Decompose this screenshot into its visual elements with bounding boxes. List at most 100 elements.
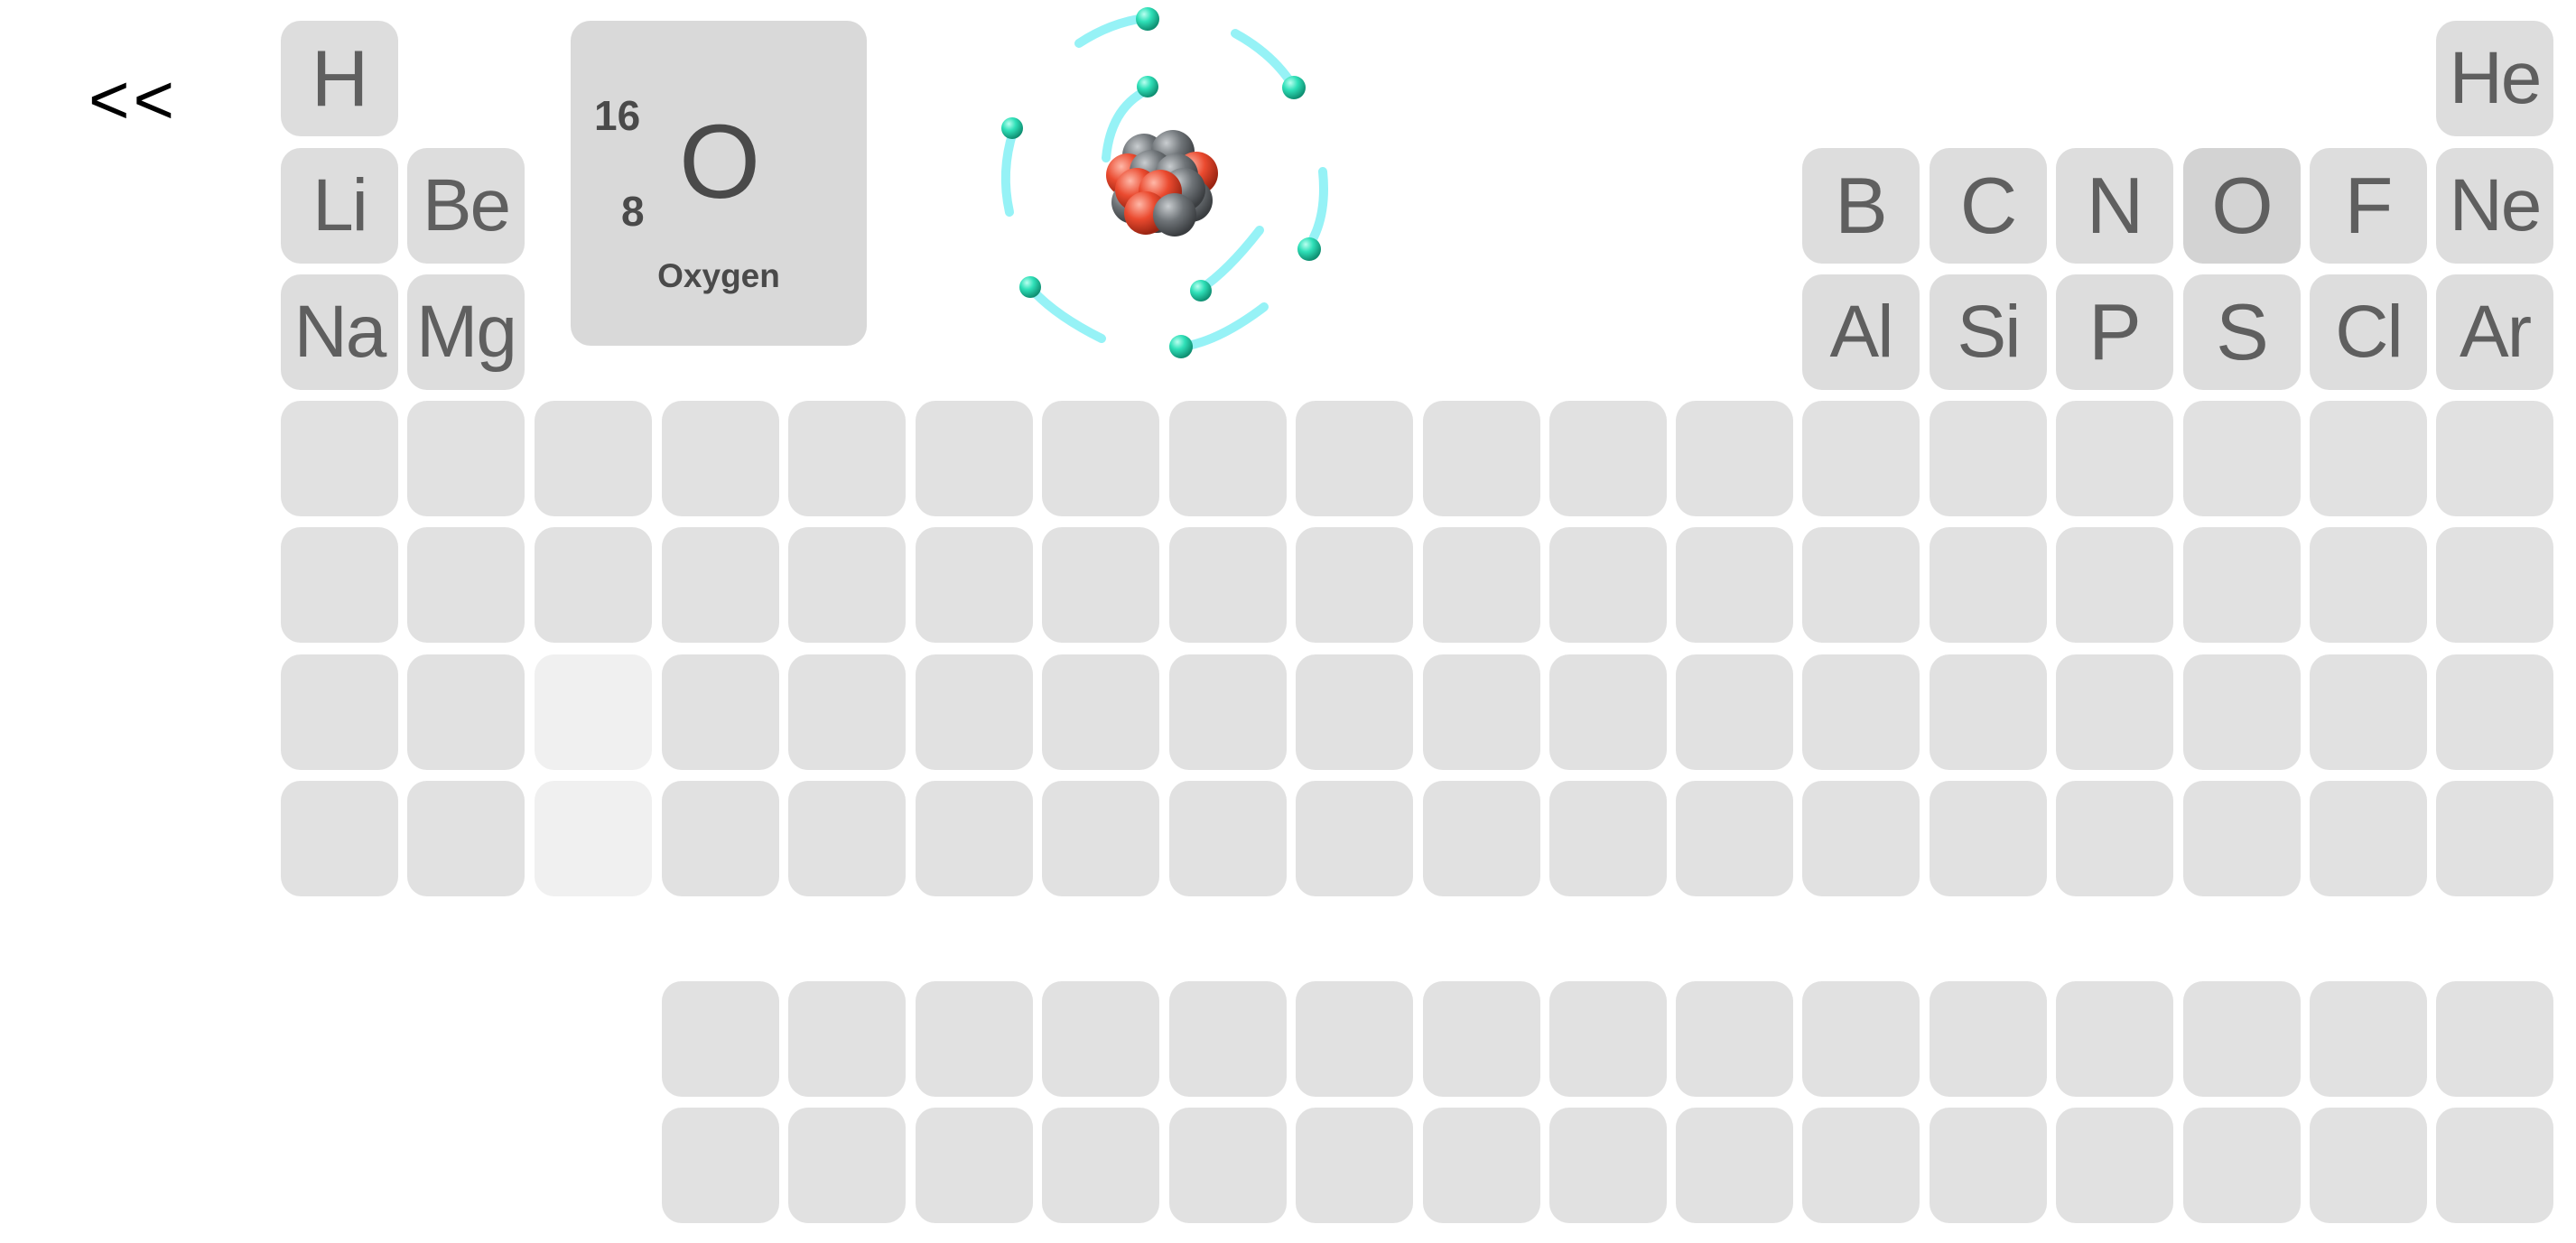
empty-f-block-cell[interactable] bbox=[1296, 1108, 1413, 1223]
element-cell-ar[interactable]: Ar bbox=[2436, 274, 2553, 390]
empty-element-cell[interactable] bbox=[407, 527, 525, 643]
empty-f-block-cell[interactable] bbox=[2436, 1108, 2553, 1223]
empty-element-cell[interactable] bbox=[1549, 401, 1667, 516]
empty-f-block-cell[interactable] bbox=[1296, 981, 1413, 1097]
element-cell-al[interactable]: Al bbox=[1802, 274, 1920, 390]
element-cell-ne[interactable]: Ne bbox=[2436, 148, 2553, 264]
empty-f-block-cell[interactable] bbox=[1423, 1108, 1540, 1223]
empty-element-cell[interactable] bbox=[2436, 527, 2553, 643]
empty-element-cell[interactable] bbox=[788, 781, 906, 896]
empty-element-cell[interactable] bbox=[2183, 527, 2301, 643]
element-cell-n[interactable]: N bbox=[2056, 148, 2173, 264]
empty-f-block-cell[interactable] bbox=[662, 981, 779, 1097]
empty-element-cell[interactable] bbox=[1042, 654, 1159, 770]
empty-f-block-cell[interactable] bbox=[1549, 981, 1667, 1097]
empty-f-block-cell[interactable] bbox=[1930, 1108, 2047, 1223]
empty-element-cell[interactable] bbox=[535, 781, 652, 896]
element-cell-li[interactable]: Li bbox=[281, 148, 398, 264]
empty-element-cell[interactable] bbox=[2183, 401, 2301, 516]
empty-element-cell[interactable] bbox=[2056, 527, 2173, 643]
empty-element-cell[interactable] bbox=[1423, 527, 1540, 643]
empty-element-cell[interactable] bbox=[2436, 781, 2553, 896]
empty-f-block-cell[interactable] bbox=[2056, 981, 2173, 1097]
empty-element-cell[interactable] bbox=[2056, 401, 2173, 516]
empty-element-cell[interactable] bbox=[1423, 654, 1540, 770]
empty-element-cell[interactable] bbox=[1802, 654, 1920, 770]
empty-f-block-cell[interactable] bbox=[2310, 981, 2427, 1097]
empty-f-block-cell[interactable] bbox=[1169, 981, 1287, 1097]
empty-f-block-cell[interactable] bbox=[2183, 981, 2301, 1097]
empty-element-cell[interactable] bbox=[1423, 781, 1540, 896]
empty-element-cell[interactable] bbox=[281, 654, 398, 770]
empty-element-cell[interactable] bbox=[1676, 401, 1793, 516]
empty-f-block-cell[interactable] bbox=[1423, 981, 1540, 1097]
element-cell-h[interactable]: H bbox=[281, 21, 398, 136]
empty-element-cell[interactable] bbox=[1042, 401, 1159, 516]
element-cell-be[interactable]: Be bbox=[407, 148, 525, 264]
empty-f-block-cell[interactable] bbox=[1169, 1108, 1287, 1223]
empty-element-cell[interactable] bbox=[2310, 401, 2427, 516]
empty-element-cell[interactable] bbox=[1930, 781, 2047, 896]
empty-element-cell[interactable] bbox=[1676, 527, 1793, 643]
empty-element-cell[interactable] bbox=[2436, 401, 2553, 516]
empty-f-block-cell[interactable] bbox=[662, 1108, 779, 1223]
empty-element-cell[interactable] bbox=[1549, 654, 1667, 770]
empty-element-cell[interactable] bbox=[535, 654, 652, 770]
element-cell-o[interactable]: O bbox=[2183, 148, 2301, 264]
empty-element-cell[interactable] bbox=[2310, 654, 2427, 770]
empty-element-cell[interactable] bbox=[916, 781, 1033, 896]
back-button[interactable]: << bbox=[88, 54, 197, 144]
empty-element-cell[interactable] bbox=[281, 527, 398, 643]
empty-element-cell[interactable] bbox=[2056, 654, 2173, 770]
element-cell-f[interactable]: F bbox=[2310, 148, 2427, 264]
empty-element-cell[interactable] bbox=[1930, 527, 2047, 643]
empty-element-cell[interactable] bbox=[1169, 401, 1287, 516]
empty-f-block-cell[interactable] bbox=[916, 1108, 1033, 1223]
empty-element-cell[interactable] bbox=[535, 401, 652, 516]
empty-element-cell[interactable] bbox=[407, 781, 525, 896]
empty-element-cell[interactable] bbox=[535, 527, 652, 643]
element-cell-na[interactable]: Na bbox=[281, 274, 398, 390]
empty-element-cell[interactable] bbox=[1296, 401, 1413, 516]
empty-element-cell[interactable] bbox=[1676, 654, 1793, 770]
empty-element-cell[interactable] bbox=[916, 527, 1033, 643]
empty-element-cell[interactable] bbox=[2183, 654, 2301, 770]
empty-element-cell[interactable] bbox=[407, 654, 525, 770]
empty-element-cell[interactable] bbox=[916, 654, 1033, 770]
empty-element-cell[interactable] bbox=[407, 401, 525, 516]
empty-element-cell[interactable] bbox=[1296, 654, 1413, 770]
element-cell-p[interactable]: P bbox=[2056, 274, 2173, 390]
empty-f-block-cell[interactable] bbox=[788, 1108, 906, 1223]
empty-f-block-cell[interactable] bbox=[1042, 1108, 1159, 1223]
empty-element-cell[interactable] bbox=[1802, 781, 1920, 896]
empty-element-cell[interactable] bbox=[1423, 401, 1540, 516]
empty-f-block-cell[interactable] bbox=[1802, 1108, 1920, 1223]
empty-f-block-cell[interactable] bbox=[1676, 981, 1793, 1097]
empty-f-block-cell[interactable] bbox=[1676, 1108, 1793, 1223]
element-cell-b[interactable]: B bbox=[1802, 148, 1920, 264]
empty-f-block-cell[interactable] bbox=[2310, 1108, 2427, 1223]
element-cell-cl[interactable]: Cl bbox=[2310, 274, 2427, 390]
empty-element-cell[interactable] bbox=[281, 401, 398, 516]
empty-f-block-cell[interactable] bbox=[2056, 1108, 2173, 1223]
empty-element-cell[interactable] bbox=[2056, 781, 2173, 896]
empty-element-cell[interactable] bbox=[1169, 781, 1287, 896]
empty-element-cell[interactable] bbox=[1802, 527, 1920, 643]
empty-f-block-cell[interactable] bbox=[788, 981, 906, 1097]
empty-element-cell[interactable] bbox=[1930, 654, 2047, 770]
empty-element-cell[interactable] bbox=[2310, 781, 2427, 896]
element-cell-c[interactable]: C bbox=[1930, 148, 2047, 264]
empty-element-cell[interactable] bbox=[2310, 527, 2427, 643]
empty-element-cell[interactable] bbox=[662, 527, 779, 643]
empty-element-cell[interactable] bbox=[1930, 401, 2047, 516]
empty-f-block-cell[interactable] bbox=[1802, 981, 1920, 1097]
empty-f-block-cell[interactable] bbox=[916, 981, 1033, 1097]
element-cell-mg[interactable]: Mg bbox=[407, 274, 525, 390]
empty-f-block-cell[interactable] bbox=[1042, 981, 1159, 1097]
empty-f-block-cell[interactable] bbox=[2183, 1108, 2301, 1223]
empty-element-cell[interactable] bbox=[281, 781, 398, 896]
empty-element-cell[interactable] bbox=[662, 401, 779, 516]
empty-element-cell[interactable] bbox=[1042, 781, 1159, 896]
empty-element-cell[interactable] bbox=[662, 781, 779, 896]
empty-f-block-cell[interactable] bbox=[1930, 981, 2047, 1097]
